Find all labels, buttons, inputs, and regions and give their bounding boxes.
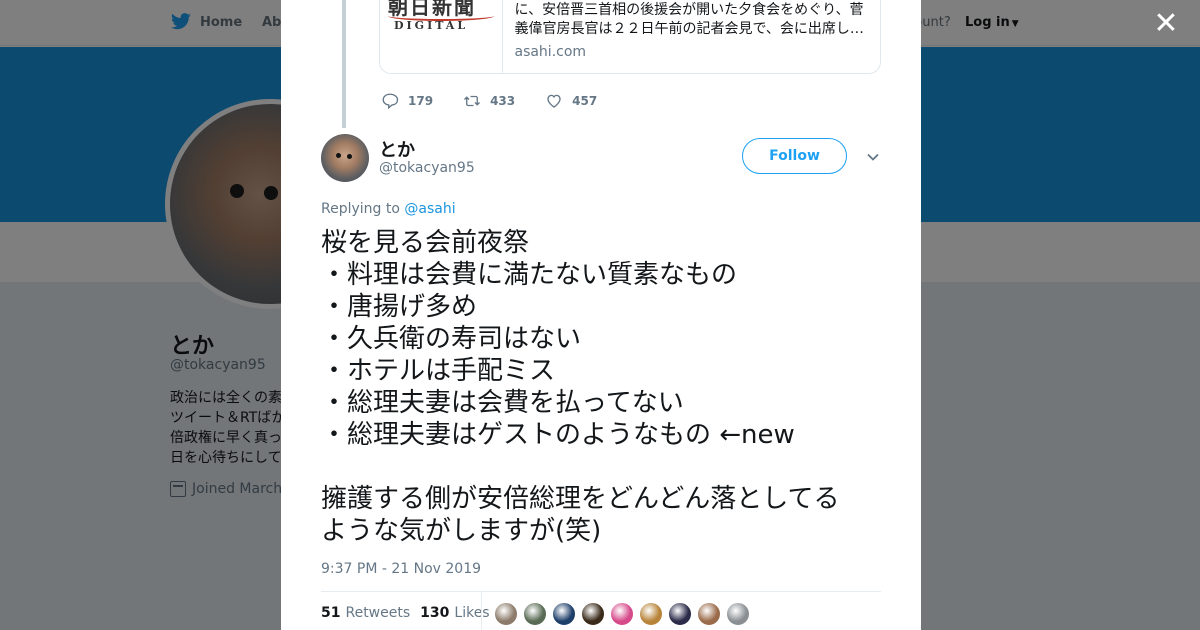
card-logo-sub: DIGITAL bbox=[394, 19, 469, 32]
reply-button[interactable]: 179 bbox=[381, 92, 433, 110]
liker-avatar[interactable] bbox=[697, 602, 721, 626]
retweet-icon bbox=[464, 95, 481, 107]
reply-count: 179 bbox=[408, 94, 434, 108]
like-button[interactable]: 457 bbox=[545, 92, 597, 110]
tweet-line: ・総理夫妻は会費を払ってない bbox=[321, 388, 684, 418]
liker-avatar[interactable] bbox=[552, 602, 576, 626]
follow-button[interactable]: Follow bbox=[742, 138, 847, 174]
tweet-modal: 朝日新聞 DIGITAL に、安倍晋三首相の後援会が開いた夕食会をめぐり、菅 義… bbox=[281, 0, 921, 630]
likes-label: Likes bbox=[454, 605, 490, 621]
liker-avatar[interactable] bbox=[581, 602, 605, 626]
liker-avatar[interactable] bbox=[610, 602, 634, 626]
author-handle[interactable]: @tokacyan95 bbox=[379, 160, 475, 176]
reply-icon bbox=[382, 93, 399, 110]
tweet-timestamp[interactable]: 9:37 PM - 21 Nov 2019 bbox=[321, 561, 481, 577]
liker-avatar[interactable] bbox=[494, 602, 518, 626]
tweet-line: 擁護する側が安倍総理をどんどん落としてる bbox=[321, 484, 840, 514]
link-preview-card[interactable]: 朝日新聞 DIGITAL に、安倍晋三首相の後援会が開いた夕食会をめぐり、菅 義… bbox=[379, 0, 881, 74]
liker-avatars bbox=[494, 602, 750, 626]
like-count: 457 bbox=[572, 94, 598, 108]
liker-avatar[interactable] bbox=[523, 602, 547, 626]
retweets-label: Retweets bbox=[345, 605, 411, 621]
replying-to-link[interactable]: @asahi bbox=[404, 201, 455, 217]
tweet-line: ・ホテルは手配ミス bbox=[321, 356, 556, 386]
tweet-line: ような気がしますが(笑) bbox=[321, 516, 602, 546]
author-avatar[interactable] bbox=[321, 134, 369, 182]
card-description: に、安倍晋三首相の後援会が開いた夕食会をめぐり、菅 義偉官房長官は２２日午前の記… bbox=[514, 1, 868, 39]
retweet-button[interactable]: 433 bbox=[463, 92, 515, 110]
tweet-line: ・料理は会費に満たない質素なもの bbox=[321, 260, 738, 290]
replying-to: Replying to @asahi bbox=[321, 201, 456, 217]
tweet-line: ・唐揚げ多め bbox=[321, 292, 478, 322]
parent-tweet-actions: 179 433 457 bbox=[381, 92, 627, 110]
retweets-stat[interactable]: 51 Retweets bbox=[321, 605, 410, 621]
card-thumbnail: 朝日新聞 DIGITAL bbox=[380, 0, 504, 73]
tweet-stats: 51 Retweets 130 Likes bbox=[321, 605, 500, 621]
retweet-count: 433 bbox=[490, 94, 516, 108]
tweet-line: ・久兵衛の寿司はない bbox=[321, 324, 582, 354]
card-domain: asahi.com bbox=[514, 44, 587, 60]
retweets-count: 51 bbox=[321, 605, 341, 621]
close-icon[interactable]: ✕ bbox=[1150, 8, 1182, 40]
liker-avatar[interactable] bbox=[726, 602, 750, 626]
stats-separator bbox=[481, 592, 482, 630]
tweet-line: ・総理夫妻はゲストのようなもの ←new bbox=[321, 420, 795, 450]
divider bbox=[321, 591, 881, 592]
chevron-down-icon[interactable] bbox=[864, 148, 882, 166]
card-desc-line: に、安倍晋三首相の後援会が開いた夕食会をめぐり、菅 bbox=[514, 2, 864, 18]
card-body: に、安倍晋三首相の後援会が開いた夕食会をめぐり、菅 義偉官房長官は２２日午前の記… bbox=[503, 0, 880, 73]
card-desc-line: 義偉官房長官は２２日午前の記者会見で、会に出席し… bbox=[514, 21, 864, 37]
liker-avatar[interactable] bbox=[639, 602, 663, 626]
heart-icon bbox=[547, 94, 561, 108]
replying-prefix: Replying to bbox=[321, 201, 400, 217]
likes-stat[interactable]: 130 Likes bbox=[420, 605, 489, 621]
tweet-text: 桜を見る会前夜祭 ・料理は会費に満たない質素なもの ・唐揚げ多め ・久兵衛の寿司… bbox=[321, 227, 891, 547]
tweet-line: 桜を見る会前夜祭 bbox=[321, 228, 530, 258]
likes-count: 130 bbox=[420, 605, 450, 621]
liker-avatar[interactable] bbox=[668, 602, 692, 626]
author-name[interactable]: とか bbox=[379, 136, 415, 162]
thread-connector-line bbox=[342, 0, 346, 128]
